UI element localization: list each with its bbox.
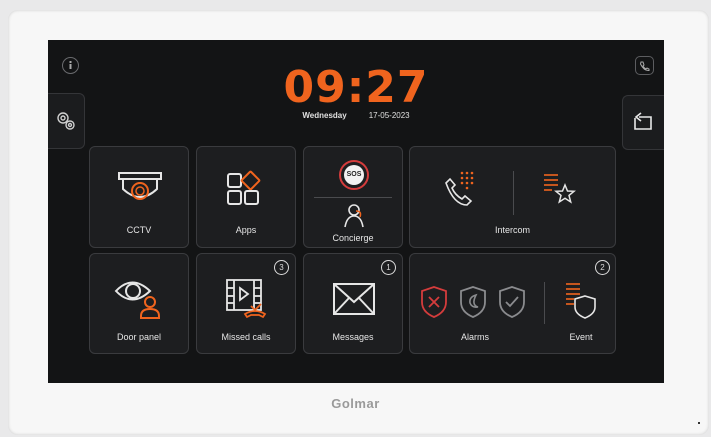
sos-inner: SOS — [344, 165, 364, 185]
date-line: Wednesday 17-05-2023 — [48, 111, 664, 120]
event-shield-list-icon — [566, 283, 596, 319]
alarm-disarmed-shield-icon — [421, 286, 447, 318]
intercom-label: Intercom — [494, 225, 530, 235]
event-label: Event — [569, 332, 593, 342]
apps-tile[interactable]: Apps — [196, 146, 296, 248]
concierge-label: Concierge — [332, 233, 374, 243]
alarms-divider — [544, 282, 545, 324]
apps-icon — [227, 170, 261, 205]
alarm-night-shield-icon — [460, 286, 486, 318]
cctv-tile[interactable]: CCTV — [89, 146, 189, 248]
messages-tile[interactable]: 1 Messages — [303, 253, 403, 354]
brand-logo: Golmar — [331, 396, 380, 411]
concierge-icon — [344, 204, 364, 228]
clock-time: 09:27 — [283, 62, 429, 113]
intercom-tile[interactable]: Intercom — [409, 146, 616, 248]
intercom-divider — [513, 171, 514, 215]
event-badge: 2 — [595, 260, 610, 275]
messages-badge: 1 — [381, 260, 396, 275]
event-button[interactable]: 2 Event — [546, 254, 616, 353]
alarms-event-tile: Alarms 2 Event — [409, 253, 616, 354]
door-panel-tile[interactable]: Door panel — [89, 253, 189, 354]
apps-label: Apps — [235, 225, 257, 235]
envelope-icon — [333, 283, 375, 315]
missed-calls-label: Missed calls — [221, 332, 271, 342]
alarms-label: Alarms — [460, 332, 489, 342]
alarm-armed-shield-icon — [499, 286, 525, 318]
messages-label: Messages — [332, 332, 374, 342]
camera-icon — [118, 172, 162, 200]
door-panel-label: Door panel — [116, 332, 162, 342]
favorites-list-icon — [544, 174, 576, 204]
phone-keypad-icon — [445, 171, 474, 206]
sos-divider — [314, 197, 392, 198]
alarms-button[interactable]: Alarms — [410, 254, 540, 353]
indicator-dot — [698, 422, 700, 424]
date: 17-05-2023 — [368, 111, 410, 120]
sos-button[interactable]: SOS — [339, 160, 369, 190]
cctv-label: CCTV — [126, 225, 152, 235]
screen: 09:27 Wednesday 17-05-2023 CCTV Apps SOS… — [48, 40, 664, 383]
weekday: Wednesday — [302, 111, 347, 120]
concierge-button[interactable]: Concierge — [304, 199, 402, 247]
door-panel-icon — [114, 281, 160, 319]
missed-calls-badge: 3 — [274, 260, 289, 275]
video-missed-icon — [226, 279, 267, 319]
missed-calls-tile[interactable]: 3 Missed calls — [196, 253, 296, 354]
sos-concierge-tile: SOS Concierge — [303, 146, 403, 248]
